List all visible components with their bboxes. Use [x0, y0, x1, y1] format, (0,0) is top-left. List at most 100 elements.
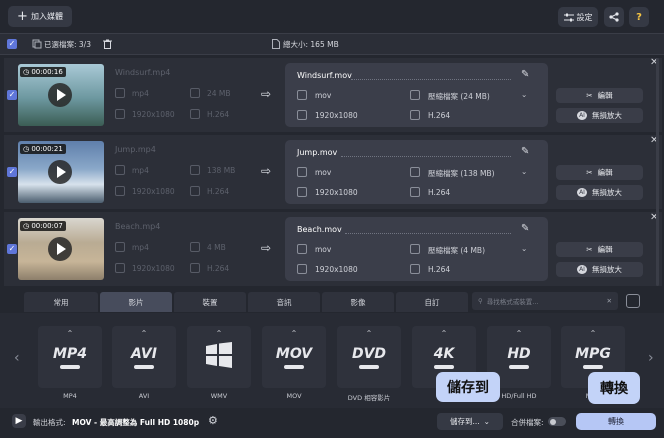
- file-list-scrollbar[interactable]: [656, 58, 659, 286]
- edit-button[interactable]: ✂ 編輯: [556, 165, 643, 180]
- chevron-down-icon[interactable]: ⌄: [521, 167, 527, 176]
- help-button[interactable]: ?: [629, 7, 649, 27]
- codec-icon: [410, 187, 420, 197]
- scroll-right-icon[interactable]: ›: [648, 350, 654, 366]
- upscale-button[interactable]: AI 無損放大: [556, 108, 643, 123]
- format-label: MP4: [63, 392, 77, 400]
- play-icon[interactable]: [48, 237, 72, 261]
- format-underline: [60, 365, 80, 369]
- file-name: Beach.mp4: [115, 222, 161, 231]
- upscale-button[interactable]: AI 無損放大: [556, 262, 643, 277]
- export-presets-icon[interactable]: [626, 294, 640, 308]
- edit-button[interactable]: ✂ 編輯: [556, 242, 643, 257]
- chevron-down-icon[interactable]: ⌄: [521, 90, 527, 99]
- file-resolution: 1920x1080: [132, 264, 175, 273]
- output-settings-box[interactable]: Windsurf.mov ✎ mov 壓縮檔案 (24 MB) ⌄ 1920x1…: [285, 63, 548, 127]
- file-codec: H.264: [207, 187, 230, 196]
- output-resolution: 1920x1080: [315, 265, 358, 274]
- output-size-select[interactable]: 壓縮檔案 (4 MB): [428, 245, 485, 256]
- tab-custom[interactable]: 自訂: [396, 292, 468, 312]
- file-name: Windsurf.mp4: [115, 68, 171, 77]
- format-tile-avi[interactable]: ⌃ AVI: [112, 326, 176, 388]
- format-label: MOV: [286, 392, 302, 400]
- tab-devices[interactable]: 裝置: [174, 292, 246, 312]
- output-format-prefix: 輸出格式:: [33, 418, 66, 427]
- format-icon: [115, 242, 125, 252]
- settings-button[interactable]: 設定: [558, 7, 598, 27]
- trash-icon[interactable]: [103, 39, 112, 49]
- format-underline: [284, 365, 304, 369]
- scroll-left-icon[interactable]: ‹: [14, 350, 20, 366]
- search-icon: ⚲: [478, 297, 483, 305]
- file-size: 138 MB: [207, 166, 236, 175]
- edit-name-icon[interactable]: ✎: [521, 69, 529, 80]
- format-icon: [297, 244, 307, 254]
- output-resolution: 1920x1080: [315, 111, 358, 120]
- file-checkbox[interactable]: ✓: [7, 90, 17, 100]
- video-thumbnail[interactable]: ◷ 00:00:16: [18, 64, 104, 126]
- name-divider: [345, 233, 511, 234]
- resolution-icon: [115, 186, 125, 196]
- convert-button[interactable]: 轉換: [576, 413, 656, 430]
- chevron-up-icon: ⌃: [515, 329, 523, 338]
- select-all-checkbox[interactable]: ✓: [7, 39, 17, 49]
- chevron-up-icon: ⌃: [440, 329, 448, 338]
- scissors-icon: ✂: [586, 168, 593, 177]
- output-file-name: Beach.mov: [297, 225, 342, 234]
- file-size: 24 MB: [207, 89, 231, 98]
- output-format-value[interactable]: MOV - 最高調整為 Full HD 1080p: [72, 417, 199, 428]
- mov-logo-icon: MOV: [275, 346, 313, 362]
- save-to-callout: 儲存到: [436, 372, 500, 402]
- format-tile-wmv[interactable]: ⌃: [187, 326, 251, 388]
- video-thumbnail[interactable]: ◷ 00:00:21: [18, 141, 104, 203]
- merge-files-toggle[interactable]: [548, 417, 566, 426]
- add-media-label: 加入媒體: [30, 12, 63, 21]
- format-underline: [509, 365, 529, 369]
- chevron-up-icon: ⌃: [290, 329, 298, 338]
- tab-video[interactable]: 影片: [100, 292, 172, 312]
- edit-name-icon[interactable]: ✎: [521, 223, 529, 234]
- share-button[interactable]: [604, 7, 624, 27]
- file-checkbox[interactable]: ✓: [7, 167, 17, 177]
- format-underline: [434, 365, 454, 369]
- chevron-down-icon[interactable]: ⌄: [521, 244, 527, 253]
- gear-icon[interactable]: ⚙: [208, 414, 218, 427]
- resolution-icon: [115, 263, 125, 273]
- output-format-icon: ▶: [12, 414, 26, 428]
- video-thumbnail[interactable]: ◷ 00:00:07: [18, 218, 104, 280]
- compress-icon: [410, 167, 420, 177]
- add-media-button[interactable]: + 加入媒體: [8, 6, 72, 27]
- output-size-select[interactable]: 壓縮檔案 (138 MB): [428, 168, 495, 179]
- output-settings-box[interactable]: Jump.mov ✎ mov 壓縮檔案 (138 MB) ⌄ 1920x1080…: [285, 140, 548, 204]
- scissors-icon: ✂: [586, 91, 593, 100]
- chevron-up-icon: ⌃: [66, 329, 74, 338]
- tab-audio[interactable]: 音訊: [248, 292, 320, 312]
- output-resolution: 1920x1080: [315, 188, 358, 197]
- hd-logo-icon: HD: [507, 346, 531, 362]
- output-format: mov: [315, 245, 332, 254]
- format-icon: [297, 90, 307, 100]
- edit-name-icon[interactable]: ✎: [521, 146, 529, 157]
- tab-image[interactable]: 影像: [322, 292, 394, 312]
- format-search-field[interactable]: ⚲ 尋找格式或裝置... ✕: [472, 292, 618, 310]
- output-settings-box[interactable]: Beach.mov ✎ mov 壓縮檔案 (4 MB) ⌄ 1920x1080 …: [285, 217, 548, 281]
- mp4-logo-icon: MP4: [53, 346, 87, 362]
- plus-icon: +: [17, 9, 28, 24]
- output-size-select[interactable]: 壓縮檔案 (24 MB): [428, 91, 490, 102]
- save-to-button[interactable]: 儲存到... ⌄: [437, 413, 503, 430]
- clear-search-icon[interactable]: ✕: [607, 297, 612, 305]
- format-tile-dvd[interactable]: ⌃ DVD: [337, 326, 401, 388]
- edit-button[interactable]: ✂ 編輯: [556, 88, 643, 103]
- tab-common[interactable]: 常用: [24, 292, 98, 312]
- file-checkbox[interactable]: ✓: [7, 244, 17, 254]
- resolution-icon: [115, 109, 125, 119]
- convert-callout: 轉換: [588, 372, 640, 404]
- upscale-button[interactable]: AI 無損放大: [556, 185, 643, 200]
- play-icon[interactable]: [48, 160, 72, 184]
- play-icon[interactable]: [48, 83, 72, 107]
- chevron-up-icon: ⌃: [215, 329, 223, 338]
- format-tile-mp4[interactable]: ⌃ MP4: [38, 326, 102, 388]
- file-icon: [272, 39, 280, 49]
- codec-icon: [190, 263, 200, 273]
- format-tile-mov[interactable]: ⌃ MOV: [262, 326, 326, 388]
